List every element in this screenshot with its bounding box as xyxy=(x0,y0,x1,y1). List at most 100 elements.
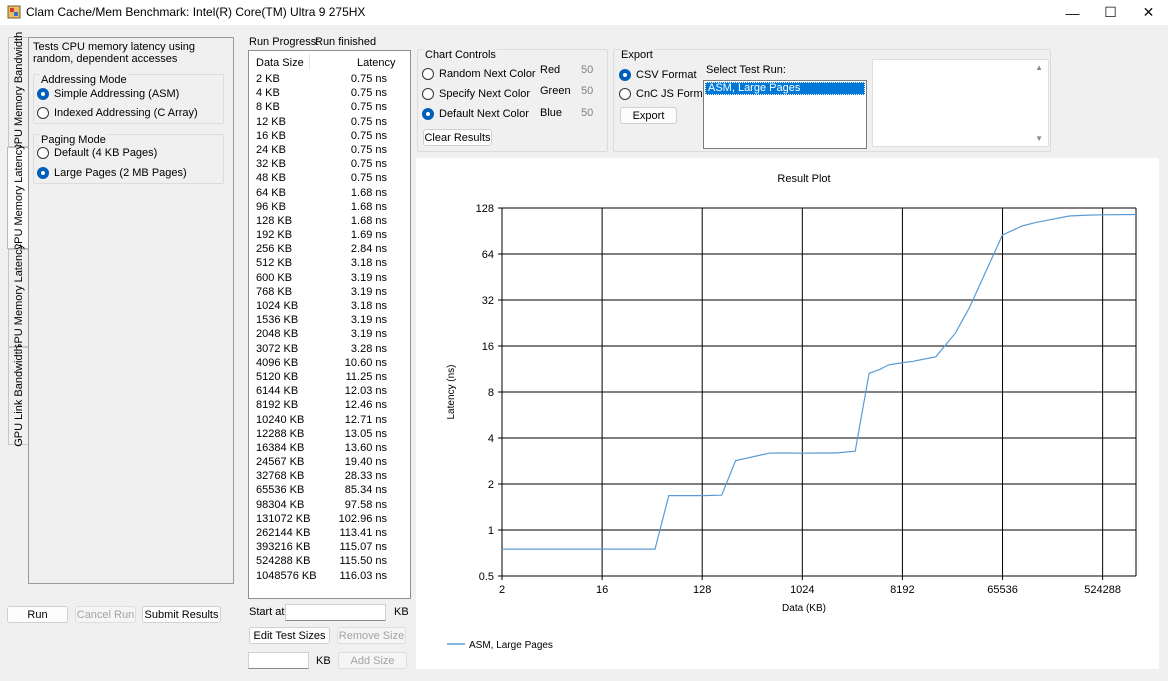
radio-large-pages[interactable]: Large Pages (2 MB Pages) xyxy=(37,167,187,179)
data-size-cell: 600 KB xyxy=(256,271,293,284)
table-row[interactable]: 48 KB 0.75 ns xyxy=(249,171,410,185)
tab-cpu-memory-latency[interactable]: CPU Memory Latency xyxy=(7,144,29,252)
table-row[interactable]: 2048 KB 3.19 ns xyxy=(249,327,410,341)
radio-random-next-color[interactable]: Random Next Color xyxy=(422,68,536,80)
table-row[interactable]: 3072 KB 3.28 ns xyxy=(249,342,410,356)
data-size-cell: 65536 KB xyxy=(256,484,305,497)
tab-cpu-memory-bandwidth[interactable]: CPU Memory Bandwidth xyxy=(8,32,28,152)
table-row[interactable]: 256 KB 2.84 ns xyxy=(249,242,410,256)
test-run-item[interactable]: ASM, Large Pages xyxy=(705,82,865,95)
radio-label: CnC JS Format xyxy=(636,88,712,100)
results-list[interactable]: Data Size Latency 2 KB 0.75 ns 4 KB 0.75 ns… xyxy=(248,50,411,599)
column-header-latency[interactable]: Latency xyxy=(357,57,396,69)
clear-results-button[interactable]: Clear Results xyxy=(423,129,492,146)
minimize-icon[interactable]: — xyxy=(1054,0,1091,25)
submit-results-button[interactable]: Submit Results xyxy=(142,606,221,623)
table-row[interactable]: 6144 KB 12.03 ns xyxy=(249,384,410,398)
scroll-down-icon[interactable]: ▼ xyxy=(1035,134,1043,143)
result-plot: Result Plot 2 16 128 1024 8192 65536 524288 0.5 1… xyxy=(416,158,1159,669)
table-row[interactable]: 4096 KB 10.60 ns xyxy=(249,356,410,370)
run-details-textbox[interactable]: ▲ ▼ xyxy=(872,59,1049,147)
latency-cell: 1.68 ns xyxy=(350,214,387,227)
latency-cell: 3.19 ns xyxy=(350,314,387,327)
chart-controls-title: Chart Controls xyxy=(424,49,497,61)
table-row[interactable]: 128 KB 1.68 ns xyxy=(249,214,410,228)
data-size-cell: 393216 KB xyxy=(256,541,311,554)
run-button[interactable]: Run xyxy=(7,606,68,623)
add-size-button[interactable]: Add Size xyxy=(338,652,407,669)
table-row[interactable]: 12 KB 0.75 ns xyxy=(249,115,410,129)
data-size-cell: 1024 KB xyxy=(256,300,299,312)
table-row[interactable]: 2 KB 0.75 ns xyxy=(249,72,410,86)
table-row[interactable]: 600 KB 3.19 ns xyxy=(249,271,410,285)
blue-value[interactable]: 50 xyxy=(581,107,593,119)
column-header-data-size[interactable]: Data Size xyxy=(256,57,304,69)
table-row[interactable]: 65536 KB 85.34 ns xyxy=(249,483,410,497)
latency-cell: 85.34 ns xyxy=(344,484,387,497)
table-row[interactable]: 4 KB 0.75 ns xyxy=(249,86,410,100)
table-row[interactable]: 98304 KB 97.58 ns xyxy=(249,498,410,512)
table-row[interactable]: 262144 KB 113.41 ns xyxy=(249,526,410,540)
table-row[interactable]: 16384 KB 13.60 ns xyxy=(249,441,410,455)
radio-selected-icon xyxy=(37,167,49,179)
y-tick-label: 1 xyxy=(488,525,494,537)
x-axis-label: Data (KB) xyxy=(782,603,826,614)
table-row[interactable]: 24 KB 0.75 ns xyxy=(249,143,410,157)
table-row[interactable]: 1048576 KB 116.03 ns xyxy=(249,569,410,583)
latency-cell: 3.19 ns xyxy=(350,328,387,341)
radio-cnc-js-format[interactable]: CnC JS Format xyxy=(619,88,712,100)
radio-default-next-color[interactable]: Default Next Color xyxy=(422,108,529,120)
run-status: Run finished xyxy=(315,36,377,48)
results-rows: 2 KB 0.75 ns 4 KB 0.75 ns 8 KB 0.75 ns 12 KB 0.… xyxy=(249,72,410,583)
latency-cell: 115.07 ns xyxy=(339,541,387,554)
scroll-up-icon[interactable]: ▲ xyxy=(1035,63,1043,72)
table-row[interactable]: 96 KB 1.68 ns xyxy=(249,200,410,214)
radio-label: Default Next Color xyxy=(439,108,529,120)
table-row[interactable]: 32768 KB 28.33 ns xyxy=(249,469,410,483)
test-run-list[interactable]: ASM, Large Pages xyxy=(703,80,867,149)
table-row[interactable]: 24567 KB 19.40 ns xyxy=(249,455,410,469)
table-row[interactable]: 8 KB 0.75 ns xyxy=(249,100,410,114)
radio-csv-format[interactable]: CSV Format xyxy=(619,69,697,81)
close-icon[interactable]: ✕ xyxy=(1130,0,1167,25)
table-row[interactable]: 131072 KB 102.96 ns xyxy=(249,512,410,526)
table-row[interactable]: 512 KB 3.18 ns xyxy=(249,256,410,270)
maximize-icon[interactable]: ☐ xyxy=(1092,0,1129,25)
y-tick-label: 128 xyxy=(476,203,494,215)
remove-size-button[interactable]: Remove Size xyxy=(337,627,406,644)
data-size-cell: 48 KB xyxy=(256,172,286,185)
green-value[interactable]: 50 xyxy=(581,85,593,97)
add-size-input[interactable] xyxy=(248,652,309,669)
tab-gpu-link-bandwidth[interactable]: GPU Link Bandwidth xyxy=(8,345,28,447)
export-button[interactable]: Export xyxy=(620,107,677,124)
table-row[interactable]: 5120 KB 11.25 ns xyxy=(249,370,410,384)
table-row[interactable]: 16 KB 0.75 ns xyxy=(249,129,410,143)
table-row[interactable]: 524288 KB 115.50 ns xyxy=(249,554,410,568)
table-row[interactable]: 8192 KB 12.46 ns xyxy=(249,398,410,412)
latency-cell: 0.75 ns xyxy=(350,115,387,128)
radio-simple-addressing[interactable]: Simple Addressing (ASM) xyxy=(37,88,179,100)
table-row[interactable]: 64 KB 1.68 ns xyxy=(249,186,410,200)
radio-default-pages[interactable]: Default (4 KB Pages) xyxy=(37,147,157,159)
radio-indexed-addressing[interactable]: Indexed Addressing (C Array) xyxy=(37,107,198,119)
table-row[interactable]: 32 KB 0.75 ns xyxy=(249,157,410,171)
table-row[interactable]: 1536 KB 3.19 ns xyxy=(249,313,410,327)
table-row[interactable]: 1024 KB 3.18 ns xyxy=(249,299,410,313)
y-tick-label: 2 xyxy=(488,479,494,491)
x-tick-label: 65536 xyxy=(987,584,1018,596)
radio-specify-next-color[interactable]: Specify Next Color xyxy=(422,88,530,100)
table-row[interactable]: 768 KB 3.19 ns xyxy=(249,285,410,299)
table-row[interactable]: 10240 KB 12.71 ns xyxy=(249,413,410,427)
cancel-run-button[interactable]: Cancel Run xyxy=(75,606,136,623)
table-row[interactable]: 192 KB 1.69 ns xyxy=(249,228,410,242)
tab-gpu-memory-latency[interactable]: GPU Memory Latency xyxy=(8,244,28,352)
edit-test-sizes-button[interactable]: Edit Test Sizes xyxy=(249,627,330,644)
red-value[interactable]: 50 xyxy=(581,64,593,76)
data-size-cell: 128 KB xyxy=(256,214,293,227)
data-size-cell: 24567 KB xyxy=(256,456,305,469)
addressing-mode-title: Addressing Mode xyxy=(40,74,128,86)
start-at-input[interactable] xyxy=(285,604,386,621)
table-row[interactable]: 393216 KB 115.07 ns xyxy=(249,540,410,554)
table-row[interactable]: 12288 KB 13.05 ns xyxy=(249,427,410,441)
tab-label: GPU Link Bandwidth xyxy=(12,345,25,447)
